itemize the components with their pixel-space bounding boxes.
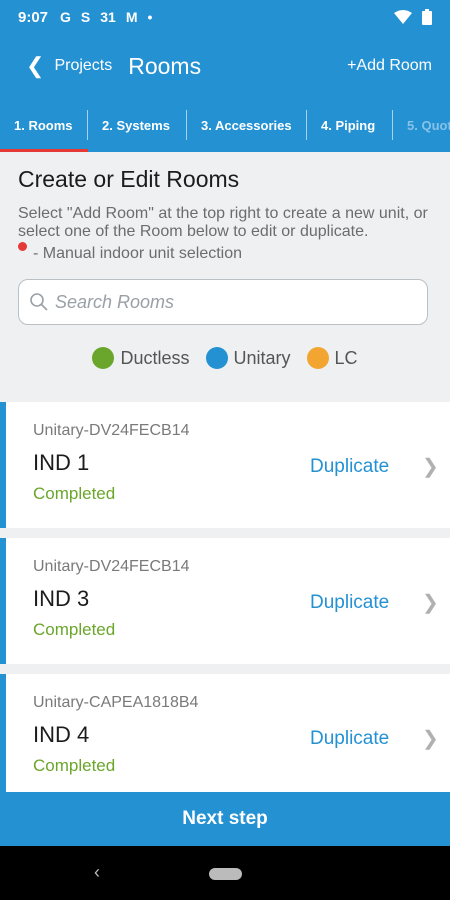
legend-item-ductless: Ductless xyxy=(92,347,190,369)
nav-back-icon[interactable]: ‹ xyxy=(94,862,100,883)
tab-rooms[interactable]: 1. Rooms xyxy=(0,98,88,152)
legend-item-unitary: Unitary xyxy=(205,347,291,369)
tab-label: 2. Systems xyxy=(102,117,170,133)
system-nav-bar: ‹ xyxy=(0,846,450,900)
search-icon xyxy=(30,293,48,311)
section-heading: Create or Edit Rooms xyxy=(18,166,240,192)
notification-dot-icon: • xyxy=(147,9,153,25)
legend-item-lc: LC xyxy=(306,347,358,369)
manual-note-text: - Manual indoor unit selection xyxy=(33,245,243,262)
tab-accessories[interactable]: 3. Accessories xyxy=(187,98,307,152)
unit-type-indicator xyxy=(0,402,6,528)
tab-label: 4. Piping xyxy=(321,117,376,133)
duplicate-button[interactable]: Duplicate xyxy=(310,592,389,614)
tab-label: 5. Quote xyxy=(407,117,450,133)
chevron-left-icon: ❮ xyxy=(26,53,45,78)
room-model: Unitary-DV24FECB14 xyxy=(33,558,190,575)
unit-type-indicator xyxy=(0,538,6,664)
google-icon: G xyxy=(60,9,71,25)
room-model: Unitary-CAPEA1818B4 xyxy=(33,694,199,711)
room-status: Completed xyxy=(33,484,116,503)
add-room-button[interactable]: +Add Room xyxy=(347,57,432,75)
room-status: Completed xyxy=(33,756,116,775)
room-name: IND 3 xyxy=(33,586,90,611)
blue-dot-icon xyxy=(205,347,228,369)
search-input[interactable] xyxy=(55,291,395,313)
unit-type-legend: Ductless Unitary LC xyxy=(0,347,450,369)
room-name: IND 4 xyxy=(33,722,90,747)
s-app-icon: S xyxy=(80,9,91,25)
room-card[interactable]: Unitary-CAPEA1818B4 IND 4 Completed Dupl… xyxy=(0,674,450,800)
calendar-icon: 31 xyxy=(100,9,116,25)
tab-quote: 5. Quote xyxy=(393,98,450,152)
chevron-right-icon[interactable]: ❯ xyxy=(422,454,439,479)
instructions-text: Select "Add Room" at the top right to cr… xyxy=(18,205,428,240)
manual-selection-note: - Manual indoor unit selection xyxy=(18,242,432,263)
unit-type-indicator xyxy=(0,674,6,800)
room-name: IND 1 xyxy=(33,450,90,475)
status-time: 9:07 xyxy=(18,8,49,26)
search-box[interactable] xyxy=(18,279,428,325)
orange-dot-icon xyxy=(306,347,329,369)
room-status: Completed xyxy=(33,620,116,639)
back-button[interactable]: ❮ Projects xyxy=(26,53,112,79)
chevron-right-icon[interactable]: ❯ xyxy=(422,726,439,751)
step-tabs: 1. Rooms 2. Systems 3. Accessories 4. Pi… xyxy=(0,98,450,152)
red-dot-icon xyxy=(18,242,27,251)
nav-home-pill[interactable] xyxy=(209,868,242,880)
chevron-right-icon[interactable]: ❯ xyxy=(422,590,439,615)
room-card[interactable]: Unitary-DV24FECB14 IND 1 Completed Dupli… xyxy=(0,402,450,528)
tab-label: 3. Accessories xyxy=(201,117,292,133)
back-label: Projects xyxy=(54,57,113,74)
duplicate-button[interactable]: Duplicate xyxy=(310,728,389,750)
wifi-icon xyxy=(394,10,412,24)
battery-icon xyxy=(422,9,432,25)
gmail-icon: M xyxy=(125,9,138,25)
tab-label: 1. Rooms xyxy=(14,117,73,133)
main-content: Create or Edit Rooms Select "Add Room" a… xyxy=(0,152,450,369)
green-dot-icon xyxy=(92,347,115,369)
tab-systems[interactable]: 2. Systems xyxy=(88,98,187,152)
page-title: Rooms xyxy=(128,52,202,79)
next-step-button[interactable]: Next step xyxy=(0,792,450,846)
legend-label: Unitary xyxy=(233,347,291,368)
legend-label: Ductless xyxy=(120,347,190,368)
duplicate-button[interactable]: Duplicate xyxy=(310,456,389,478)
room-model: Unitary-DV24FECB14 xyxy=(33,422,190,439)
app-bar: ❮ Projects Rooms +Add Room xyxy=(0,34,450,98)
room-card[interactable]: Unitary-DV24FECB14 IND 3 Completed Dupli… xyxy=(0,538,450,664)
room-list: Unitary-DV24FECB14 IND 1 Completed Dupli… xyxy=(0,402,450,810)
legend-label: LC xyxy=(334,347,358,368)
tab-piping[interactable]: 4. Piping xyxy=(307,98,393,152)
status-bar: 9:07 G S 31 M • xyxy=(0,0,450,34)
